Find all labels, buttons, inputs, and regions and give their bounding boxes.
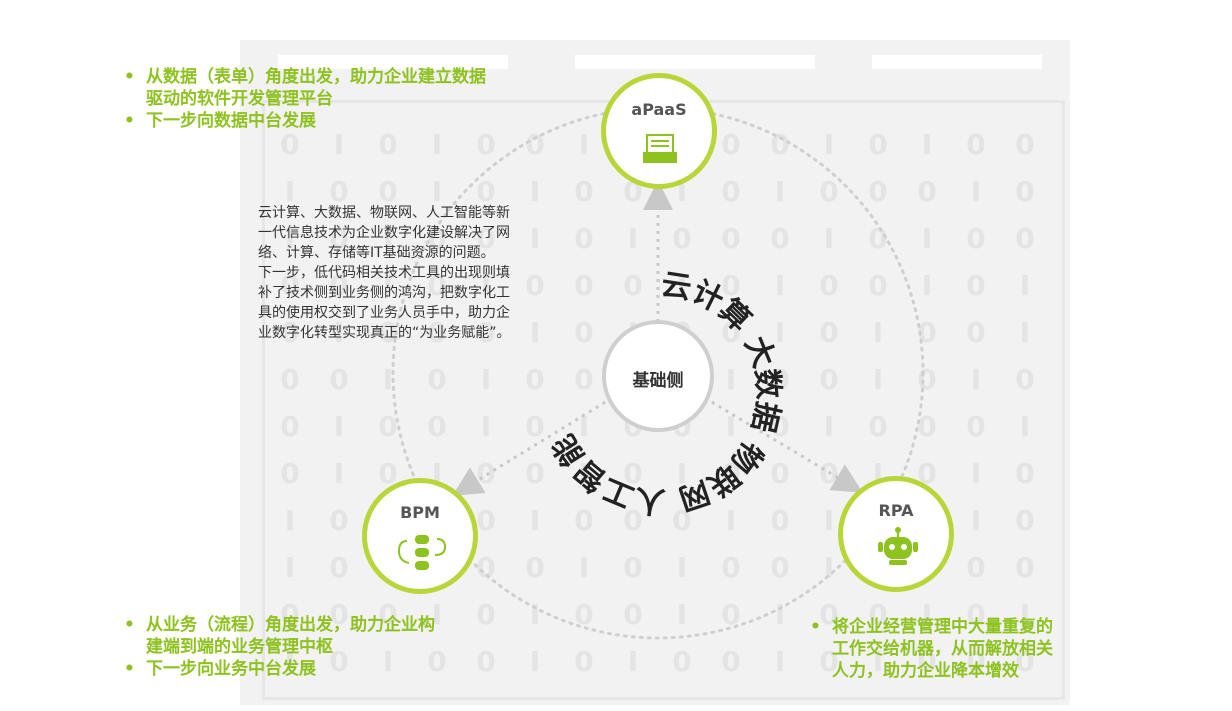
- rpa-label: RPA: [878, 501, 914, 520]
- bpm-description: • 从业务（流程）角度出发，助力企业构 建端到端的业务管理中枢 • 下一步向业务中台…: [124, 614, 435, 680]
- robot-icon: [878, 527, 918, 565]
- apaas-node: aPaaS: [601, 73, 717, 189]
- bpm-text-line1: 从业务（流程）角度出发，助力企业构: [146, 615, 435, 635]
- center-node-foundation: 基础侧: [602, 320, 714, 432]
- workflow-icon: [397, 535, 447, 570]
- apaas-text-line3: 下一步向数据中台发展: [146, 111, 316, 131]
- rpa-text-line1: 将企业经营管理中大量重复的: [832, 617, 1053, 637]
- bullet-dot: •: [124, 111, 135, 131]
- bpm-node: BPM: [362, 478, 478, 594]
- bpm-text-line3: 下一步向业务中台发展: [146, 659, 316, 679]
- apaas-text-line2: 驱动的软件开发管理平台: [146, 89, 333, 109]
- description-paragraph-2: 下一步，低代码相关技术工具的出现则填补了技术侧到业务侧的鸿沟，把数字化工具的使用…: [258, 265, 511, 341]
- form-icon: [643, 134, 677, 163]
- apaas-description: • 从数据（表单）角度出发，助力企业建立数据 驱动的软件开发管理平台 • 下一步向数…: [124, 66, 486, 132]
- apaas-label: aPaaS: [631, 100, 687, 119]
- bullet-dot: •: [124, 659, 135, 679]
- rpa-text-line3: 人力，助力企业降本增效: [832, 661, 1019, 681]
- apaas-text-line1: 从数据（表单）角度出发，助力企业建立数据: [146, 67, 486, 87]
- rpa-text-line2: 工作交给机器，从而解放相关: [832, 639, 1053, 659]
- bullet-dot: •: [810, 617, 821, 637]
- rpa-description: • 将企业经营管理中大量重复的 工作交给机器，从而解放相关 人力，助力企业降本增效: [810, 616, 1053, 682]
- description-paragraph-1: 云计算、大数据、物联网、人工智能等新一代信息技术为企业数字化建设解决了网络、计算…: [258, 205, 510, 261]
- bpm-label: BPM: [400, 503, 440, 522]
- bullet-dot: •: [124, 67, 135, 87]
- foundation-description: 云计算、大数据、物联网、人工智能等新一代信息技术为企业数字化建设解决了网络、计算…: [258, 203, 523, 343]
- bpm-text-line2: 建端到端的业务管理中枢: [146, 637, 333, 657]
- center-label: 基础侧: [632, 371, 684, 391]
- rpa-node: RPA: [838, 476, 954, 592]
- bullet-dot: •: [124, 615, 135, 635]
